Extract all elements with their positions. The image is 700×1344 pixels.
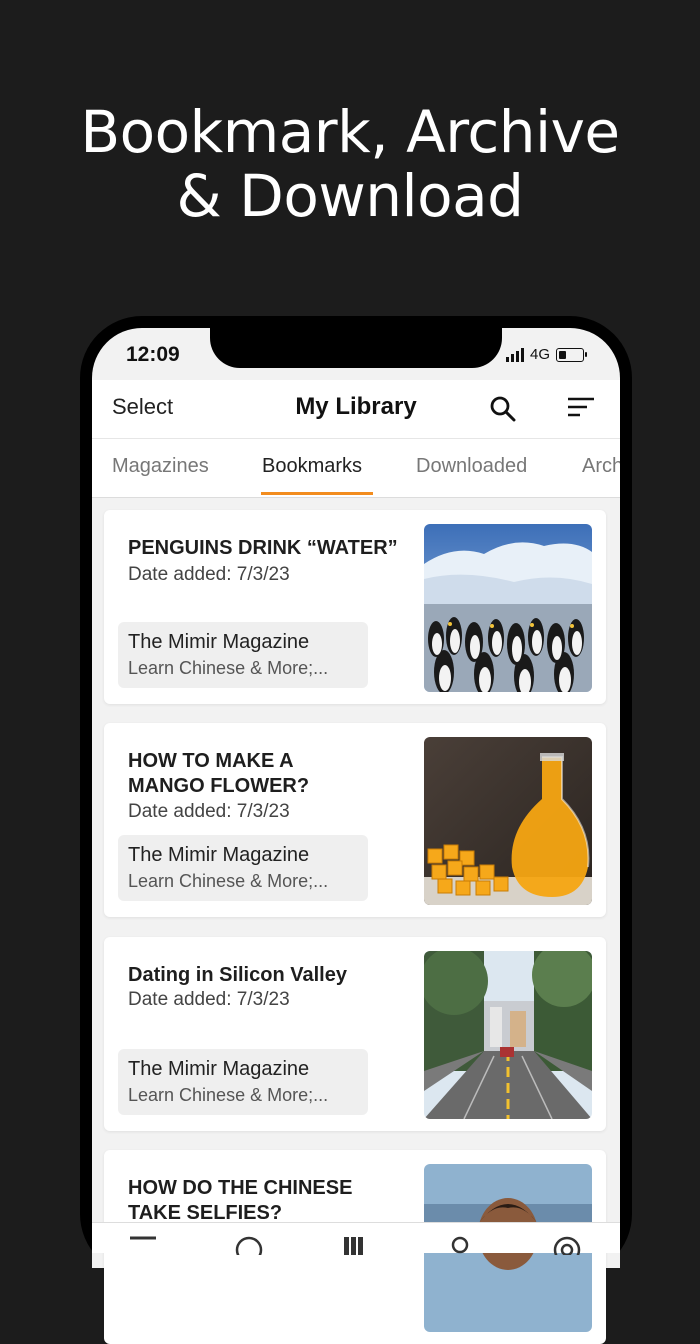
sort-icon[interactable] (566, 395, 596, 421)
settings-icon[interactable] (552, 1235, 582, 1255)
publication-chip[interactable]: The Mimir Magazine Learn Chinese & More;… (118, 835, 368, 901)
article-title-line-1: HOW TO MAKE A (128, 750, 294, 772)
search-icon[interactable] (488, 394, 518, 424)
tab-bookmarks[interactable]: Bookmarks (262, 455, 362, 478)
publication-chip[interactable]: The Mimir Magazine Learn Chinese & More;… (118, 1049, 368, 1115)
app-bar: Select My Library (92, 380, 620, 438)
select-button[interactable]: Select (112, 394, 173, 420)
status-indicators: 4G (506, 346, 588, 363)
headline: Bookmark, Archive & Download (0, 100, 700, 228)
article-date: Date added: 7/3/23 (128, 564, 290, 585)
article-card-penguins[interactable]: PENGUINS DRINK “WATER” Date added: 7/3/2… (104, 510, 606, 704)
compass-icon[interactable] (234, 1235, 264, 1255)
publication-name: The Mimir Magazine (128, 1058, 310, 1080)
headline-line-2: & Download (176, 162, 524, 230)
publication-desc: Learn Chinese & More;... (128, 871, 329, 891)
status-time: 12:09 (126, 343, 180, 366)
article-title: HOW TO MAKE A MANGO FLOWER? (128, 749, 418, 799)
library-tabs: Magazines Bookmarks Downloaded Archived (92, 438, 620, 498)
profile-icon[interactable] (448, 1235, 472, 1255)
article-title: Dating in Silicon Valley (128, 964, 347, 986)
san-francisco-street-photo (424, 951, 592, 1119)
tab-archived[interactable]: Archived (582, 455, 620, 478)
phone-notch (210, 324, 502, 368)
tab-downloaded[interactable]: Downloaded (416, 455, 527, 478)
publication-desc: Learn Chinese & More;... (128, 658, 329, 678)
article-title: PENGUINS DRINK “WATER” (128, 537, 398, 559)
article-title-line-2: MANGO FLOWER? (128, 775, 310, 797)
battery-icon (556, 347, 588, 362)
mango-juice-photo (424, 737, 592, 905)
library-icon[interactable] (342, 1235, 366, 1255)
publication-desc: Learn Chinese & More;... (128, 1085, 329, 1105)
article-card-mango[interactable]: HOW TO MAKE A MANGO FLOWER? Date added: … (104, 723, 606, 917)
tab-magazines[interactable]: Magazines (112, 455, 209, 478)
article-date: Date added: 7/3/23 (128, 989, 290, 1010)
menu-icon[interactable] (130, 1235, 156, 1255)
network-label: 4G (530, 346, 551, 363)
article-title-line-1: HOW DO THE CHINESE (128, 1177, 353, 1199)
article-title: HOW DO THE CHINESE TAKE SELFIES? (128, 1176, 418, 1226)
article-date: Date added: 7/3/23 (128, 801, 290, 822)
bottom-navigation (92, 1222, 620, 1255)
article-card-dating[interactable]: Dating in Silicon Valley Date added: 7/3… (104, 937, 606, 1131)
publication-name: The Mimir Magazine (128, 844, 310, 866)
publication-name: The Mimir Magazine (128, 631, 310, 653)
headline-line-1: Bookmark, Archive (80, 98, 620, 166)
publication-chip[interactable]: The Mimir Magazine Learn Chinese & More;… (118, 622, 368, 688)
active-tab-indicator (261, 492, 373, 495)
penguins-photo (424, 524, 592, 692)
signal-icon (506, 347, 524, 362)
